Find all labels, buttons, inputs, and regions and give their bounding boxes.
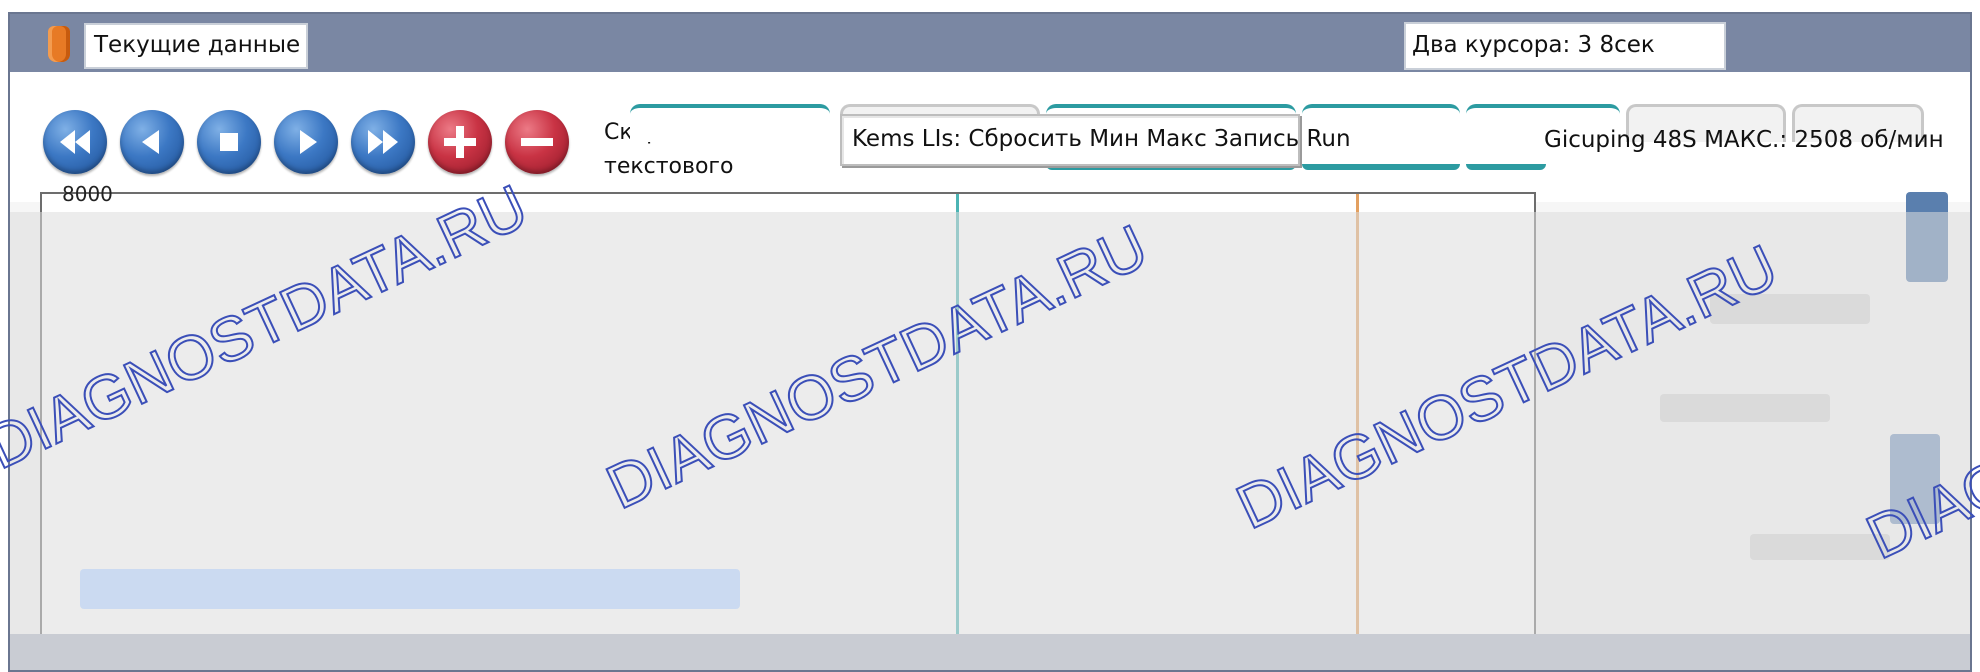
window-title: Текущие данные xyxy=(84,23,308,69)
title-bar: Текущие данные Два курсора: 3 8сек xyxy=(10,14,1970,75)
fast-forward-button[interactable] xyxy=(351,110,415,174)
app-window: Текущие данные Два курсора: 3 8сек текст… xyxy=(8,12,1972,672)
max-rpm-label: Gicuping 48S МАКС.: 2508 об/мин xyxy=(1544,127,1944,153)
reset-minmax-bar[interactable]: Kems LIs: Сбросить Мин Макс Запись Run xyxy=(840,114,1351,166)
tab-1[interactable] xyxy=(630,104,830,142)
stop-button[interactable] xyxy=(197,110,261,174)
blurred-scroll-thumb xyxy=(1890,434,1940,524)
rewind-button[interactable] xyxy=(43,110,107,174)
play-icon xyxy=(300,130,317,154)
graph-value-label: 8000 xyxy=(62,182,113,206)
step-back-button[interactable] xyxy=(120,110,184,174)
blurred-link xyxy=(80,569,740,609)
blurred-text xyxy=(1750,534,1890,560)
blurred-text xyxy=(1660,394,1830,422)
blurred-text xyxy=(1710,294,1870,324)
tab-underline xyxy=(1466,164,1546,170)
plus-icon xyxy=(444,126,476,158)
tab-underline xyxy=(1302,164,1460,170)
fast-forward-icon xyxy=(368,130,398,154)
status-bar xyxy=(10,634,1970,670)
rewind-icon xyxy=(60,130,90,154)
zoom-out-button[interactable] xyxy=(505,110,569,174)
zoom-in-button[interactable] xyxy=(428,110,492,174)
play-button[interactable] xyxy=(274,110,338,174)
play-back-icon xyxy=(142,130,159,154)
app-icon xyxy=(48,26,70,62)
cursor-info-field[interactable]: Два курсора: 3 8сек xyxy=(1404,22,1726,70)
stop-icon xyxy=(220,133,238,151)
toolbar: Скорость текстового движе... Kems LIs: С… xyxy=(10,72,1970,213)
minus-icon xyxy=(521,138,553,146)
